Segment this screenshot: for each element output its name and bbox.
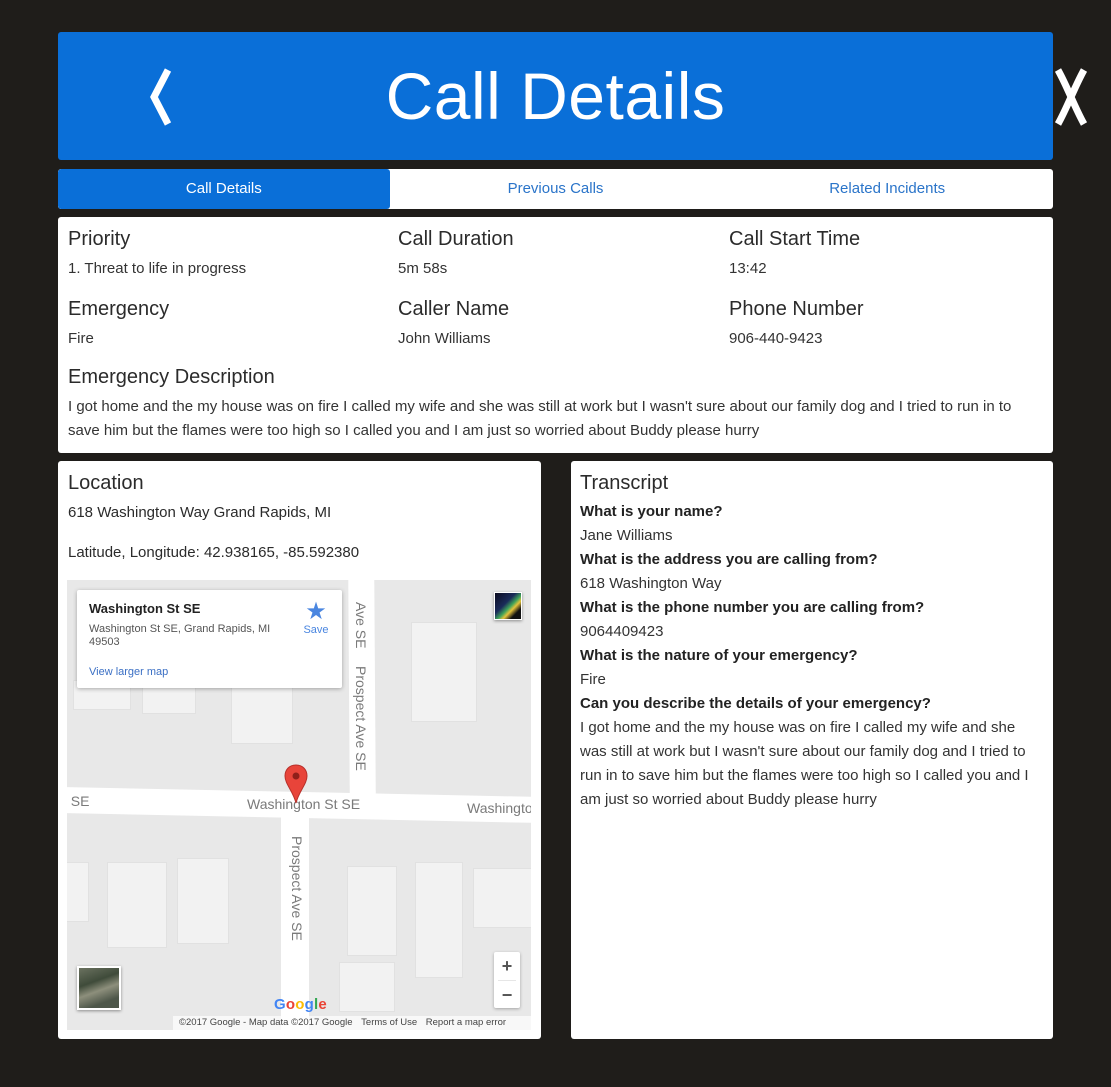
- tab-call-details[interactable]: Call Details: [58, 169, 390, 209]
- report-map-error-link[interactable]: Report a map error: [426, 1017, 506, 1028]
- transcript-list: What is your name? Jane Williams What is…: [580, 500, 1046, 812]
- tab-related-incidents[interactable]: Related Incidents: [721, 169, 1053, 209]
- location-address: 618 Washington Way Grand Rapids, MI: [68, 504, 332, 521]
- priority-field: Priority 1. Threat to life in progress: [68, 227, 388, 279]
- star-icon: ★: [305, 598, 327, 625]
- map-attribution: ©2017 Google - Map data ©2017 Google Ter…: [173, 1016, 531, 1030]
- transcript-panel: Transcript What is your name? Jane Willi…: [571, 461, 1053, 1039]
- transcript-answer: I got home and the my house was on fire …: [580, 719, 1029, 808]
- emergency-description-label: Emergency Description: [68, 366, 275, 388]
- map-attribution-text: ©2017 Google - Map data ©2017 Google: [179, 1017, 353, 1028]
- street-label-vertical-top: Prospect Ave SE: [353, 666, 369, 771]
- caller-name-field: Caller Name John Williams: [398, 297, 718, 349]
- map-building: [415, 862, 463, 978]
- zoom-controls: + −: [494, 952, 520, 1008]
- phone-number-label: Phone Number: [729, 298, 864, 320]
- map-building: [411, 622, 477, 722]
- call-duration-value: 5m 58s: [398, 260, 448, 277]
- fullscreen-thumbnail-icon[interactable]: [494, 592, 522, 620]
- header-bar: Call Details: [58, 32, 1088, 160]
- map-building: [347, 866, 397, 956]
- close-icon: [1054, 68, 1088, 126]
- street-label-vertical-bottom: Prospect Ave SE: [289, 836, 305, 941]
- map-building: [231, 686, 293, 744]
- emergency-label: Emergency: [68, 298, 170, 320]
- transcript-label: Transcript: [580, 472, 669, 494]
- call-duration-field: Call Duration 5m 58s: [398, 227, 718, 279]
- call-start-time-label: Call Start Time: [729, 228, 861, 250]
- emergency-field: Emergency Fire: [68, 297, 388, 349]
- map-building: [177, 858, 229, 944]
- page-title: Call Details: [385, 59, 726, 133]
- tab-bar: Call Details Previous Calls Related Inci…: [58, 169, 1053, 209]
- map-info-card: Washington St SE Washington St SE, Grand…: [77, 590, 342, 688]
- phone-number-value: 906-440-9423: [729, 330, 823, 347]
- caller-name-label: Caller Name: [398, 298, 510, 320]
- transcript-answer: Jane Williams: [580, 527, 673, 544]
- transcript-question: What is the phone number you are calling…: [580, 599, 925, 616]
- transcript-answer: 618 Washington Way: [580, 575, 722, 592]
- google-logo: Google: [274, 996, 327, 1013]
- call-start-time-value: 13:42: [729, 260, 767, 277]
- embedded-map[interactable]: Washington St SE t SE Washingto Ave SE P…: [67, 580, 531, 1030]
- transcript-answer: Fire: [580, 671, 606, 688]
- map-building: [339, 962, 395, 1012]
- street-label-left: t SE: [67, 793, 90, 809]
- close-button[interactable]: [1052, 62, 1090, 132]
- transcript-question: Can you describe the details of your eme…: [580, 695, 931, 712]
- save-label: Save: [303, 624, 329, 636]
- map-building: [473, 868, 531, 928]
- map-card-name: Washington St SE: [89, 601, 201, 616]
- map-building: [107, 862, 167, 948]
- location-coordinates: Latitude, Longitude: 42.938165, -85.5923…: [68, 544, 360, 561]
- priority-label: Priority: [68, 228, 131, 250]
- transcript-question: What is the nature of your emergency?: [580, 647, 858, 664]
- location-label: Location: [68, 472, 144, 494]
- save-place-button[interactable]: ★ Save: [301, 598, 331, 637]
- transcript-question: What is your name?: [580, 503, 723, 520]
- transcript-answer: 9064409423: [580, 623, 664, 640]
- tab-previous-calls[interactable]: Previous Calls: [390, 169, 722, 209]
- zoom-in-button[interactable]: +: [494, 952, 520, 980]
- call-start-time-field: Call Start Time 13:42: [729, 227, 1049, 279]
- caller-name-value: John Williams: [398, 330, 491, 347]
- map-pin-icon[interactable]: [284, 764, 308, 804]
- phone-number-field: Phone Number 906-440-9423: [729, 297, 1049, 349]
- terms-of-use-link[interactable]: Terms of Use: [361, 1017, 417, 1028]
- emergency-value: Fire: [68, 330, 94, 347]
- street-label-vertical-top-short: Ave SE: [353, 602, 369, 649]
- priority-value: 1. Threat to life in progress: [68, 260, 247, 277]
- map-card-address: Washington St SE, Grand Rapids, MI 49503: [89, 623, 271, 648]
- call-duration-label: Call Duration: [398, 228, 514, 250]
- zoom-out-button[interactable]: −: [494, 981, 520, 1009]
- call-details-panel: Priority 1. Threat to life in progress C…: [58, 217, 1053, 453]
- street-label-right: Washingto: [467, 800, 531, 816]
- emergency-description-value: I got home and the my house was on fire …: [68, 398, 1012, 439]
- emergency-description: Emergency Description I got home and the…: [68, 365, 1043, 443]
- satellite-layer-toggle[interactable]: [77, 966, 121, 1010]
- view-larger-map-link[interactable]: View larger map: [89, 666, 168, 678]
- transcript-question: What is the address you are calling from…: [580, 551, 878, 568]
- map-building: [67, 862, 89, 922]
- location-panel: Location 618 Washington Way Grand Rapids…: [58, 461, 541, 1039]
